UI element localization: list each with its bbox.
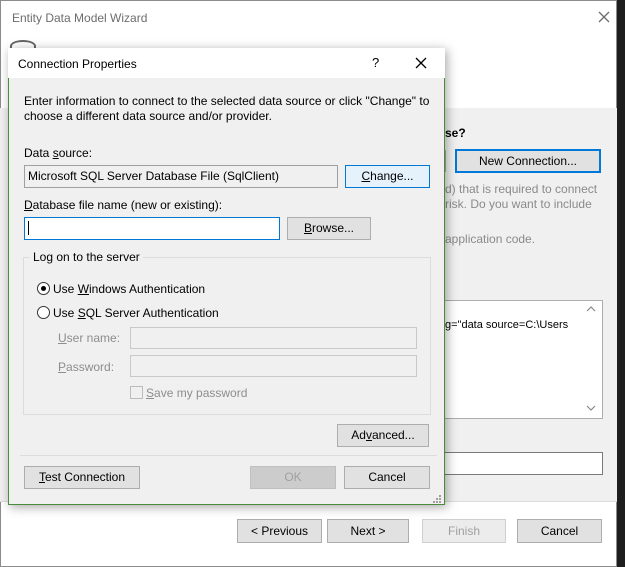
warning-text-line: application code. [445, 232, 536, 246]
sql-auth-label[interactable]: Use SQL Server Authentication [53, 306, 219, 320]
wizard-title: Entity Data Model Wizard [12, 11, 148, 25]
password-label: Password: [58, 360, 115, 374]
finish-button[interactable]: Finish [422, 519, 506, 543]
user-name-label: User name: [58, 331, 121, 345]
windows-auth-label[interactable]: Use Windows Authentication [53, 282, 205, 296]
change-button[interactable]: Change... [345, 165, 430, 188]
new-connection-button[interactable]: New Connection... [455, 149, 601, 173]
dialog-cancel-button[interactable]: Cancel [344, 466, 430, 489]
dialog-description: Enter information to connect to the sele… [24, 94, 430, 123]
text-caret [28, 221, 29, 235]
logon-legend: Log on to the server [30, 250, 143, 264]
radio-selected-dot [41, 286, 46, 291]
scroll-up-icon[interactable] [585, 303, 597, 315]
wizard-question-text: se? [445, 126, 466, 140]
warning-text-line: risk. Do you want to include [445, 197, 592, 211]
browse-button[interactable]: Browse... [287, 217, 371, 240]
wizard-cancel-button[interactable]: Cancel [517, 519, 602, 543]
resize-grip-icon[interactable] [432, 493, 442, 503]
database-file-input[interactable] [24, 217, 280, 240]
save-password-label[interactable]: Save my password [146, 386, 247, 400]
scroll-down-icon[interactable] [585, 402, 597, 414]
help-icon[interactable]: ? [372, 55, 379, 70]
save-password-checkbox[interactable] [130, 386, 143, 399]
password-field[interactable] [130, 355, 417, 377]
data-source-label: Data source: [24, 146, 93, 160]
close-icon[interactable] [414, 56, 428, 70]
windows-auth-radio[interactable] [37, 282, 50, 295]
connection-string-box[interactable] [440, 300, 603, 419]
user-name-field[interactable] [130, 327, 417, 349]
connection-string-text: g="data source=C:\Users [445, 319, 569, 331]
entity-name-field[interactable] [440, 452, 603, 475]
data-source-field: Microsoft SQL Server Database File (SqlC… [24, 165, 338, 188]
warning-text-line: d) that is required to connect [445, 182, 598, 196]
ok-button[interactable]: OK [250, 466, 336, 489]
sql-auth-radio[interactable] [37, 306, 50, 319]
close-icon[interactable] [596, 9, 612, 25]
advanced-button[interactable]: Advanced... [337, 424, 429, 447]
previous-button[interactable]: < Previous [237, 519, 322, 543]
dialog-title: Connection Properties [18, 57, 137, 71]
next-button[interactable]: Next > [327, 519, 409, 543]
test-connection-button[interactable]: Test Connection [24, 466, 140, 489]
database-file-label: Database file name (new or existing): [24, 198, 223, 212]
divider [20, 455, 437, 456]
